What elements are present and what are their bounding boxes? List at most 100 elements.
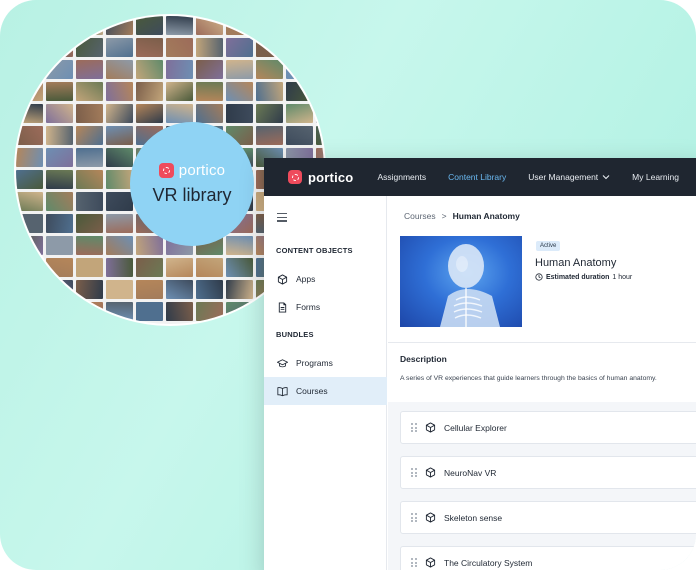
module-row[interactable]: Skeleton sense bbox=[400, 501, 696, 534]
sidebar-item-programs[interactable]: Programs bbox=[264, 349, 387, 377]
vr-thumbnail bbox=[136, 324, 163, 326]
vr-thumbnail bbox=[106, 236, 133, 255]
divider bbox=[388, 342, 696, 343]
vr-thumbnail bbox=[196, 258, 223, 277]
breadcrumb-separator: > bbox=[441, 211, 447, 221]
vr-thumbnail bbox=[76, 60, 103, 79]
module-row[interactable]: Cellular Explorer bbox=[400, 411, 696, 444]
vr-thumbnail bbox=[16, 126, 43, 145]
vr-thumbnail bbox=[46, 38, 73, 57]
breadcrumb-courses-link[interactable]: Courses bbox=[404, 211, 436, 221]
vr-thumbnail bbox=[106, 60, 133, 79]
vr-thumbnail bbox=[16, 214, 43, 233]
cube-icon bbox=[277, 273, 288, 285]
vr-thumbnail bbox=[16, 280, 43, 299]
module-row[interactable]: NeuroNav VR bbox=[400, 456, 696, 489]
vr-thumbnail bbox=[136, 60, 163, 79]
vr-thumbnail bbox=[196, 60, 223, 79]
sidebar-item-courses[interactable]: Courses bbox=[264, 377, 387, 405]
sidebar-item-label: Programs bbox=[296, 358, 333, 368]
cube-icon bbox=[425, 557, 436, 568]
vr-thumbnail bbox=[136, 16, 163, 35]
nav-logo[interactable]: portico bbox=[288, 170, 353, 185]
vr-thumbnail bbox=[226, 280, 253, 299]
vr-thumbnail bbox=[316, 82, 324, 101]
vr-thumbnail bbox=[16, 60, 43, 79]
promo-logo: portico bbox=[158, 162, 225, 179]
nav-my-learning[interactable]: My Learning bbox=[632, 172, 679, 182]
vr-thumbnail bbox=[166, 302, 193, 321]
vr-thumbnail bbox=[286, 60, 313, 79]
vr-thumbnail bbox=[76, 38, 103, 57]
book-icon bbox=[277, 386, 288, 397]
vr-thumbnail bbox=[76, 192, 103, 211]
sidebar-item-forms[interactable]: Forms bbox=[264, 293, 387, 321]
nav-logo-text: portico bbox=[308, 169, 354, 185]
vr-thumbnail bbox=[256, 38, 283, 57]
nav-content-library[interactable]: Content Library bbox=[448, 172, 506, 182]
vr-thumbnail bbox=[106, 126, 133, 145]
vr-thumbnail bbox=[226, 104, 253, 123]
vr-thumbnail bbox=[106, 214, 133, 233]
vr-thumbnail bbox=[46, 82, 73, 101]
nav-assignments[interactable]: Assignments bbox=[377, 172, 426, 182]
vr-thumbnail bbox=[196, 324, 223, 326]
vr-thumbnail bbox=[76, 126, 103, 145]
vr-thumbnail bbox=[46, 258, 73, 277]
drag-handle-icon[interactable] bbox=[411, 513, 417, 522]
vr-thumbnail bbox=[106, 38, 133, 57]
vr-thumbnail bbox=[226, 324, 253, 326]
vr-thumbnail bbox=[16, 82, 43, 101]
main-content: Courses > Human Anatomy Active Human Ana… bbox=[388, 196, 696, 570]
vr-thumbnail bbox=[46, 214, 73, 233]
vr-thumbnail bbox=[16, 236, 43, 255]
vr-thumbnail bbox=[106, 324, 133, 326]
vr-thumbnail bbox=[256, 104, 283, 123]
sidebar-heading-bundles: BUNDLES bbox=[276, 330, 314, 339]
vr-thumbnail bbox=[136, 38, 163, 57]
sidebar-item-apps[interactable]: Apps bbox=[264, 265, 387, 293]
breadcrumb-current: Human Anatomy bbox=[452, 211, 520, 221]
vr-thumbnail bbox=[16, 302, 43, 321]
module-list: Cellular Explorer NeuroNav VR Skeleton s… bbox=[388, 402, 696, 570]
sidebar-heading-content-objects: CONTENT OBJECTS bbox=[276, 246, 353, 255]
nav-item-label: User Management bbox=[528, 172, 599, 182]
vr-thumbnail bbox=[316, 60, 324, 79]
page-background: portico VR library portico Assignments C… bbox=[0, 0, 696, 570]
vr-thumbnail bbox=[166, 60, 193, 79]
vr-thumbnail bbox=[166, 258, 193, 277]
module-row[interactable]: The Circulatory System bbox=[400, 546, 696, 570]
vr-thumbnail bbox=[76, 170, 103, 189]
drag-handle-icon[interactable] bbox=[411, 423, 417, 432]
vr-thumbnail bbox=[106, 280, 133, 299]
vr-thumbnail bbox=[76, 324, 103, 326]
vr-thumbnail bbox=[106, 16, 133, 35]
nav-item-label: My Learning bbox=[632, 172, 679, 182]
vr-thumbnail bbox=[106, 82, 133, 101]
vr-thumbnail bbox=[286, 16, 313, 35]
vr-thumbnail bbox=[136, 258, 163, 277]
vr-thumbnail bbox=[46, 236, 73, 255]
nav-user-management[interactable]: User Management bbox=[528, 172, 610, 182]
description-heading: Description bbox=[400, 354, 447, 364]
vr-thumbnail bbox=[316, 38, 324, 57]
vr-thumbnail bbox=[46, 170, 73, 189]
vr-thumbnail bbox=[16, 258, 43, 277]
vr-thumbnail bbox=[46, 280, 73, 299]
drag-handle-icon[interactable] bbox=[411, 558, 417, 567]
vr-thumbnail bbox=[46, 126, 73, 145]
vr-thumbnail bbox=[76, 148, 103, 167]
vr-thumbnail bbox=[106, 192, 133, 211]
module-title: Skeleton sense bbox=[444, 512, 503, 523]
vr-thumbnail bbox=[16, 192, 43, 211]
menu-icon[interactable] bbox=[277, 213, 287, 224]
vr-thumbnail bbox=[16, 38, 43, 57]
vr-thumbnail bbox=[286, 38, 313, 57]
vr-thumbnail bbox=[256, 126, 283, 145]
sidebar-item-label: Apps bbox=[296, 274, 316, 284]
vr-thumbnail bbox=[256, 16, 283, 35]
drag-handle-icon[interactable] bbox=[411, 468, 417, 477]
vr-thumbnail bbox=[46, 104, 73, 123]
vr-thumbnail bbox=[76, 82, 103, 101]
vr-thumbnail bbox=[166, 324, 193, 326]
